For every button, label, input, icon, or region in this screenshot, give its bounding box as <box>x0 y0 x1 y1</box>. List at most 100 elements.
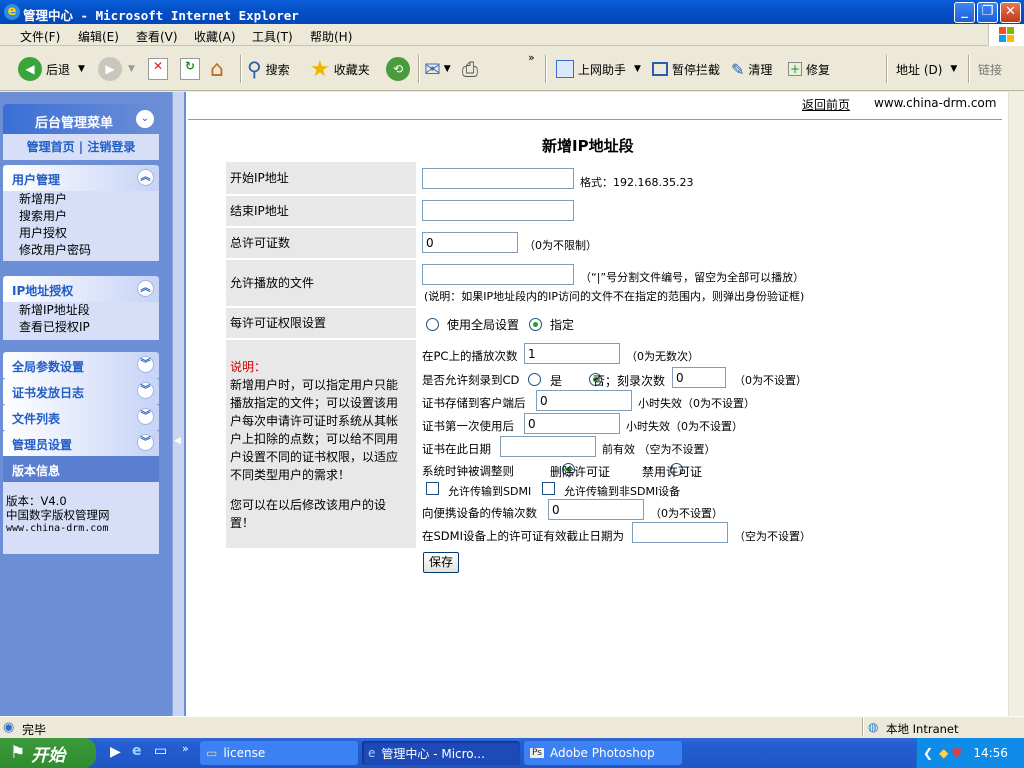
start-button[interactable]: ⚑ 开始 <box>0 738 96 768</box>
pc-label: 在PC上的播放次数 <box>422 349 518 363</box>
mail-icon: ✉ <box>424 57 441 81</box>
print-button[interactable]: ⎙ <box>462 55 478 83</box>
back-arrow-icon: ◀ <box>18 57 42 81</box>
clean-button[interactable]: ✎ 清理 <box>731 55 772 83</box>
section-global-params[interactable]: 全局参数设置 ︾ <box>3 352 159 378</box>
radio-custom[interactable] <box>529 318 543 331</box>
sdmi-date-label: 在SDMI设备上的许可证有效截止日期为 <box>422 529 624 543</box>
zone-text: 本地 Intranet <box>886 722 959 736</box>
rights-options: 使用全局设置 指定 <box>426 316 574 333</box>
section-cert-log[interactable]: 证书发放日志 ︾ <box>3 378 159 404</box>
quicklaunch-more-icon[interactable]: » <box>182 742 189 755</box>
menu-favorites[interactable]: 收藏(A) <box>194 28 236 45</box>
address-bar[interactable]: 地址 (D) ▼ <box>896 55 957 83</box>
date-label: 证书在此日期 <box>422 442 491 456</box>
search-button[interactable]: ⚲ 搜索 <box>247 55 290 83</box>
tray-arrow-icon[interactable]: ❮ <box>923 746 933 760</box>
block-button[interactable]: 暂停拦截 <box>652 55 720 83</box>
end-ip-input[interactable] <box>422 200 574 221</box>
chevron-more-icon[interactable]: » <box>528 51 535 64</box>
section-file-list[interactable]: 文件列表 ︾ <box>3 404 159 430</box>
pc-input[interactable] <box>524 343 620 364</box>
quicklaunch-media-icon[interactable]: ▶ <box>110 744 121 760</box>
vertical-scrollbar[interactable] <box>1008 92 1024 716</box>
collapse-all-icon[interactable]: ⌄ <box>136 110 154 128</box>
menu-view[interactable]: 查看(V) <box>136 28 178 45</box>
quicklaunch-ie-icon[interactable]: e <box>132 743 142 759</box>
repair-button[interactable]: + 修复 <box>788 55 830 83</box>
start-ip-input[interactable] <box>422 168 574 189</box>
title-bar: e 管理中心 - Microsoft Internet Explorer _ ❐… <box>0 0 1024 24</box>
expand-icon[interactable]: ︾ <box>137 356 154 373</box>
sidebar-item-view-ip[interactable]: 查看已授权IP <box>3 319 159 336</box>
ip-auth-items: 新增IP地址段 查看已授权IP <box>3 302 159 340</box>
total-input[interactable] <box>422 232 518 253</box>
menu-tools[interactable]: 工具(T) <box>252 28 293 45</box>
stop-button[interactable]: ✕ <box>148 55 168 83</box>
sidebar-item-add-user[interactable]: 新增用户 <box>3 191 159 208</box>
sidebar-top-links: 管理首页 | 注销登录 <box>3 134 159 160</box>
store-hint: 小时失效（0为不设置） <box>638 397 755 410</box>
page-done-icon: ◉ <box>3 720 15 735</box>
home-button[interactable]: ⌂ <box>210 55 224 83</box>
forward-arrow-icon: ▶ <box>98 57 122 81</box>
helper-button[interactable]: 上网助手 ▼ <box>556 55 641 83</box>
checkbox-non-sdmi[interactable] <box>542 482 555 495</box>
menu-edit[interactable]: 编辑(E) <box>78 28 119 45</box>
sidebar-toggle[interactable]: ◀ <box>172 92 184 716</box>
links-button[interactable]: 链接 <box>978 55 1002 83</box>
menu-bar: 文件(F) 编辑(E) 查看(V) 收藏(A) 工具(T) 帮助(H) <box>0 24 1024 46</box>
minimize-button[interactable]: _ <box>954 2 975 23</box>
tray-network-icon[interactable]: ◆ <box>939 746 948 760</box>
files-input[interactable] <box>422 264 574 285</box>
refresh-button[interactable]: ↻ <box>180 55 200 83</box>
portable-input[interactable] <box>548 499 644 520</box>
portable-hint: （0为不设置） <box>650 507 723 520</box>
forward-button[interactable]: ▶ ▼ <box>98 55 135 83</box>
section-admin-settings[interactable]: 管理员设置 ︾ <box>3 430 159 456</box>
toolbar: ◀ 后退 ▼ ▶ ▼ ✕ ↻ ⌂ ⚲ 搜索 ★ 收藏夹 ⟲ ✉ ▼ ⎙ » 上网助手 ▼ 暂… <box>0 47 1024 91</box>
close-button[interactable]: ✕ <box>1000 2 1021 23</box>
store-input[interactable] <box>536 390 632 411</box>
mail-button[interactable]: ✉ ▼ <box>424 55 451 83</box>
expand-icon[interactable]: ︾ <box>137 382 154 399</box>
radio-burn-yes[interactable] <box>528 373 541 386</box>
collapse-icon[interactable]: ︽ <box>137 169 154 186</box>
radio-global[interactable] <box>426 318 439 331</box>
expand-icon[interactable]: ︾ <box>137 434 154 451</box>
ie-icon: e <box>4 4 20 20</box>
sidebar-item-search-user[interactable]: 搜索用户 <box>3 208 159 225</box>
menu-file[interactable]: 文件(F) <box>20 28 60 45</box>
admin-home-link[interactable]: 管理首页 <box>27 140 75 154</box>
restore-button[interactable]: ❐ <box>977 2 998 23</box>
task-admin-center[interactable]: e 管理中心 - Micro... <box>362 741 520 765</box>
favorites-button[interactable]: ★ 收藏夹 <box>310 55 370 83</box>
history-button[interactable]: ⟲ <box>386 55 410 83</box>
collapse-icon[interactable]: ︽ <box>137 280 154 297</box>
sdmi-date-input[interactable] <box>632 522 728 543</box>
burn-input[interactable] <box>672 367 726 388</box>
sidebar-item-change-password[interactable]: 修改用户密码 <box>3 242 159 259</box>
section-ip-auth[interactable]: IP地址授权 ︽ <box>3 276 159 302</box>
date-input[interactable] <box>500 436 596 457</box>
quicklaunch-desktop-icon[interactable]: ▭ <box>154 743 167 759</box>
site-url: www.china-drm.com <box>874 96 997 110</box>
save-button[interactable]: 保存 <box>423 552 459 573</box>
expand-icon[interactable]: ︾ <box>137 408 154 425</box>
back-button[interactable]: ◀ 后退 ▼ <box>18 55 85 83</box>
sidebar-item-add-ip[interactable]: 新增IP地址段 <box>3 302 159 319</box>
first-use-input[interactable] <box>524 413 620 434</box>
task-photoshop[interactable]: Ps Adobe Photoshop <box>524 741 682 765</box>
logout-link[interactable]: 注销登录 <box>87 140 135 154</box>
end-ip-label: 结束IP地址 <box>226 196 416 226</box>
menu-help[interactable]: 帮助(H) <box>310 28 352 45</box>
portable-label: 向便携设备的传输次数 <box>422 506 537 520</box>
first-use-hint: 小时失效（0为不设置） <box>626 420 743 433</box>
checkbox-sdmi[interactable] <box>426 482 439 495</box>
sidebar-item-user-auth[interactable]: 用户授权 <box>3 225 159 242</box>
section-user-management[interactable]: 用户管理 ︽ <box>3 165 159 191</box>
tray-shield-icon[interactable]: ⛊ <box>952 746 961 761</box>
task-license[interactable]: ▭ license <box>200 741 358 765</box>
back-link[interactable]: 返回前页 <box>802 96 850 113</box>
total-hint: （0为不限制） <box>524 239 597 252</box>
